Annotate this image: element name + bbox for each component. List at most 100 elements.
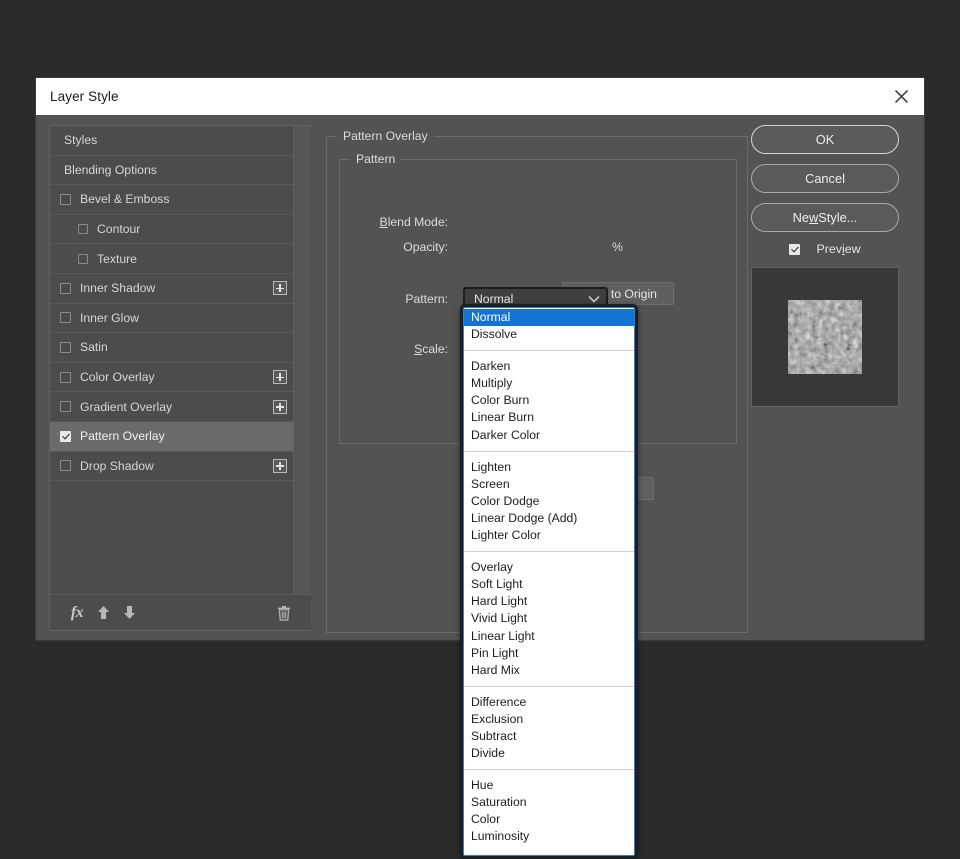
blend-mode-option[interactable]: Multiply xyxy=(464,375,634,392)
preview-label: Preview xyxy=(816,242,861,256)
blend-mode-option[interactable]: Linear Light xyxy=(464,628,634,645)
sidebar-item-label: Inner Glow xyxy=(80,310,139,325)
blend-mode-option[interactable]: Darken xyxy=(464,358,634,375)
sidebar-item-pattern-overlay[interactable]: Pattern Overlay xyxy=(50,421,293,452)
checkbox-preview[interactable] xyxy=(789,243,801,255)
blend-mode-option[interactable]: Darker Color xyxy=(464,427,634,444)
sidebar-item-label: Blending Options xyxy=(64,162,157,177)
sidebar-item-label: Pattern Overlay xyxy=(80,429,165,444)
cancel-button[interactable]: Cancel xyxy=(751,164,899,193)
blend-mode-option[interactable]: Color Dodge xyxy=(464,493,634,510)
pattern-label: Pattern: xyxy=(405,292,448,306)
add-effect-icon[interactable] xyxy=(273,458,287,473)
styles-list: Styles Blending Options Bevel & Emboss C… xyxy=(50,126,293,594)
blend-mode-option[interactable]: Luminosity xyxy=(464,828,634,845)
dropdown-separator xyxy=(464,685,634,687)
blend-mode-option[interactable]: Color Burn xyxy=(464,392,634,409)
checkbox-inner-glow[interactable] xyxy=(60,312,71,324)
dialog-title: Layer Style xyxy=(50,89,119,104)
trash-icon[interactable] xyxy=(271,601,297,625)
sidebar-item-color-overlay[interactable]: Color Overlay xyxy=(50,363,293,393)
dropdown-separator xyxy=(464,551,634,553)
blend-mode-option[interactable]: Subtract xyxy=(464,728,634,745)
checkbox-texture[interactable] xyxy=(78,253,88,264)
close-icon xyxy=(894,89,908,104)
sidebar-item-satin[interactable]: Satin xyxy=(50,333,293,363)
sidebar-item-label: Styles xyxy=(64,133,98,148)
add-effect-icon[interactable] xyxy=(273,370,287,385)
scale-label: Scale: xyxy=(414,342,448,356)
sidebar-item-label: Inner Shadow xyxy=(80,281,156,296)
blend-mode-option[interactable]: Screen xyxy=(464,476,634,493)
sidebar-item-label: Gradient Overlay xyxy=(80,399,173,414)
sidebar-scrollbar[interactable] xyxy=(293,126,311,594)
checkbox-gradient-overlay[interactable] xyxy=(60,401,71,413)
sidebar-item-contour[interactable]: Contour xyxy=(50,215,293,245)
checkbox-inner-shadow[interactable] xyxy=(60,282,71,294)
arrow-up-icon[interactable] xyxy=(90,601,116,625)
sidebar-item-blending-options[interactable]: Blending Options xyxy=(50,156,293,186)
blend-mode-option[interactable]: Hard Mix xyxy=(464,662,634,679)
sidebar-item-bevel-emboss[interactable]: Bevel & Emboss xyxy=(50,185,293,215)
dialog-titlebar: Layer Style xyxy=(36,78,924,115)
blend-mode-option[interactable]: Dissolve xyxy=(464,326,634,343)
blend-mode-option[interactable]: Linear Dodge (Add) xyxy=(464,510,634,527)
new-style-button[interactable]: Ne w Style... xyxy=(751,203,899,232)
sidebar-item-inner-glow[interactable]: Inner Glow xyxy=(50,304,293,334)
dialog-actions: OK Cancel Ne w Style... Preview xyxy=(751,125,911,407)
blend-mode-option[interactable]: Overlay xyxy=(464,559,634,576)
sidebar-toolbar: fx xyxy=(50,594,311,630)
blend-mode-option[interactable]: Lighter Color xyxy=(464,527,634,544)
arrow-down-icon[interactable] xyxy=(116,601,142,625)
section-title: Pattern Overlay xyxy=(337,129,434,143)
dropdown-separator xyxy=(464,350,634,352)
blend-mode-option[interactable]: Color xyxy=(464,811,634,828)
pattern-preview-icon xyxy=(788,300,862,374)
sidebar-item-texture[interactable]: Texture xyxy=(50,244,293,274)
arrow-up-glyph xyxy=(97,606,109,619)
layer-style-dialog: Layer Style Styles Blending Options Beve… xyxy=(36,78,924,859)
checkbox-satin[interactable] xyxy=(60,341,71,353)
blend-mode-option[interactable]: Normal xyxy=(464,309,634,327)
blend-mode-label: Blend Mode: xyxy=(379,215,448,229)
dropdown-separator xyxy=(464,450,634,452)
fx-label: fx xyxy=(70,603,84,621)
preview-toggle[interactable]: Preview xyxy=(751,242,899,256)
blend-mode-option[interactable]: Hue xyxy=(464,777,634,794)
sidebar-item-label: Drop Shadow xyxy=(80,458,154,473)
blend-mode-option[interactable]: Pin Light xyxy=(464,645,634,662)
checkbox-contour[interactable] xyxy=(78,224,88,235)
add-effect-icon[interactable] xyxy=(273,399,287,414)
blend-mode-option[interactable]: Linear Burn xyxy=(464,409,634,426)
blend-mode-option[interactable]: Divide xyxy=(464,745,634,762)
sidebar-item-drop-shadow[interactable]: Drop Shadow xyxy=(50,452,293,482)
checkbox-bevel-emboss[interactable] xyxy=(60,193,71,205)
checkbox-pattern-overlay[interactable] xyxy=(60,430,71,442)
sidebar-item-gradient-overlay[interactable]: Gradient Overlay xyxy=(50,392,293,422)
close-button[interactable] xyxy=(878,78,924,115)
sidebar-item-inner-shadow[interactable]: Inner Shadow xyxy=(50,274,293,304)
blend-mode-dropdown[interactable]: Normal Dissolve Darken Multiply Color Burn Li… xyxy=(460,304,638,859)
blend-mode-option[interactable]: Saturation xyxy=(464,794,634,811)
sidebar-item-label: Contour xyxy=(97,222,141,237)
fx-icon[interactable]: fx xyxy=(64,601,90,625)
preview-thumbnail-frame xyxy=(751,267,899,407)
trash-glyph xyxy=(278,605,290,621)
blend-mode-option[interactable]: Hard Light xyxy=(464,593,634,610)
pattern-group-title: Pattern xyxy=(350,152,402,166)
arrow-down-glyph xyxy=(123,606,135,619)
add-effect-icon[interactable] xyxy=(273,281,287,296)
checkbox-color-overlay[interactable] xyxy=(60,371,71,383)
chevron-down-icon xyxy=(588,295,600,303)
styles-sidebar: Styles Blending Options Bevel & Emboss C… xyxy=(49,125,311,631)
sidebar-item-label: Color Overlay xyxy=(80,370,155,385)
sidebar-item-styles[interactable]: Styles xyxy=(50,126,293,156)
blend-mode-option[interactable]: Soft Light xyxy=(464,576,634,593)
checkbox-drop-shadow[interactable] xyxy=(60,460,71,472)
blend-mode-option[interactable]: Difference xyxy=(464,694,634,711)
sidebar-item-label: Satin xyxy=(80,340,108,355)
ok-button[interactable]: OK xyxy=(751,125,899,154)
blend-mode-option[interactable]: Lighten xyxy=(464,459,634,476)
blend-mode-option[interactable]: Vivid Light xyxy=(464,610,634,627)
blend-mode-option[interactable]: Exclusion xyxy=(464,711,634,728)
